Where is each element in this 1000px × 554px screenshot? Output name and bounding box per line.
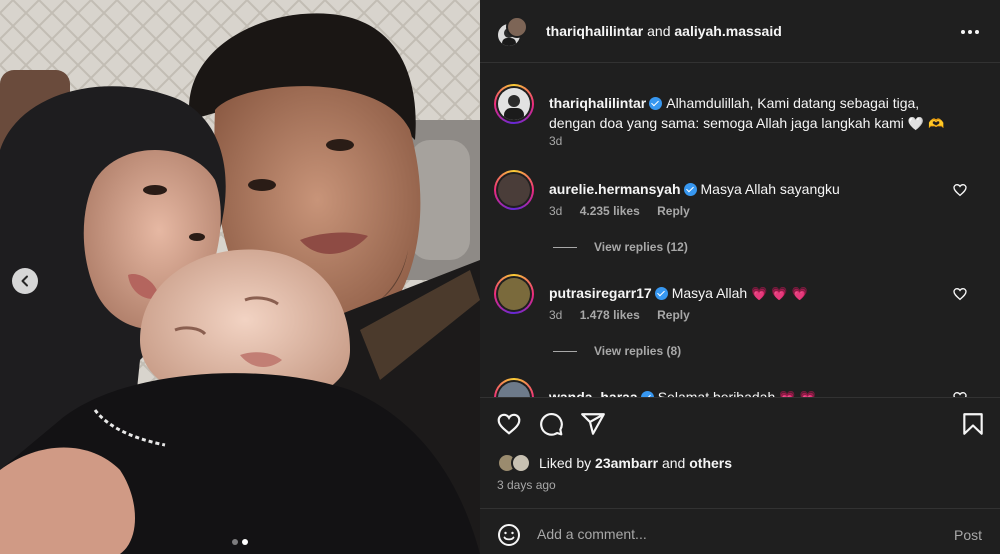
post-actions: Liked by 23ambarr and others 3 days ago [480,397,1000,508]
avatar [506,16,528,38]
view-replies-button[interactable]: View replies (12) [553,240,688,254]
post-comment-button[interactable]: Post [954,527,982,543]
caption-emoji: 🤍 🫶 [907,117,945,132]
avatar[interactable] [494,84,534,124]
comment-meta: 3d 1.478 likes Reply [549,308,704,322]
avatar [511,453,531,473]
reply-button[interactable]: Reply [657,204,690,218]
comment-likes[interactable]: 4.235 likes [580,204,640,218]
authors-joiner: and [647,23,671,39]
comment-body: Selamat beribadah [657,389,776,397]
caption-time: 3d [549,134,563,148]
comment-text: putrasiregarr17 Masya Allah 💗 💗 💗 [549,283,949,305]
heart-icon[interactable] [952,390,968,397]
comment-likes[interactable]: 1.478 likes [580,308,640,322]
emoji-icon[interactable] [497,523,521,547]
bookmark-icon[interactable] [960,411,986,437]
author-link[interactable]: thariqhalilintar [546,23,643,39]
carousel-dot [232,539,238,545]
caption-meta: 3d [549,134,576,148]
likes-summary: Liked by 23ambarr and others [497,453,732,473]
reply-button[interactable]: Reply [657,308,690,322]
carousel-prev-button[interactable] [12,268,38,294]
comment-username[interactable]: thariqhalilintar [549,95,646,111]
comment-time: 3d [549,308,563,322]
likes-joiner: and [661,455,686,471]
share-icon[interactable] [580,411,606,437]
post-header: thariqhalilintar and aaliyah.massaid [480,0,1000,63]
verified-badge-icon [654,287,668,300]
view-replies-label: View replies (12) [594,240,688,254]
comment-text: aurelie.hermansyah Masya Allah sayangku [549,179,949,199]
collab-avatars[interactable] [496,16,528,48]
liker-username[interactable]: 23ambarr [595,455,658,471]
likes-others-link[interactable]: others [689,455,732,471]
comment-body: Masya Allah sayangku [700,181,840,197]
heart-icon[interactable] [496,411,522,437]
carousel-dot-active [242,539,248,545]
comment-username[interactable]: aurelie.hermansyah [549,181,681,197]
comments-list[interactable]: thariqhalilintar Alhamdulillah, Kami data… [480,64,1000,397]
avatar[interactable] [494,378,534,397]
comment-emoji: 💗 💗 💗 [751,287,808,302]
view-replies-label: View replies (8) [594,344,682,358]
liker-avatars [497,453,535,473]
comment-body: Masya Allah [671,285,748,301]
author-link[interactable]: aaliyah.massaid [674,23,781,39]
comment-username[interactable]: putrasiregarr17 [549,285,652,301]
comment-input[interactable] [537,521,917,547]
heart-icon[interactable] [952,182,968,198]
comment-username[interactable]: wanda_haraa [549,389,638,397]
comment-meta: 3d 4.235 likes Reply [549,204,704,218]
divider [553,350,577,352]
likes-prefix: Liked by [539,455,592,471]
caption-text: thariqhalilintar Alhamdulillah, Kami data… [549,93,949,135]
view-replies-button[interactable]: View replies (8) [553,344,681,358]
post-authors: thariqhalilintar and aaliyah.massaid [546,23,782,39]
verified-badge-icon [649,97,663,110]
post-photo [0,0,480,554]
heart-icon[interactable] [952,286,968,302]
comment-icon[interactable] [538,411,564,437]
post-time: 3 days ago [497,478,556,492]
add-comment-bar: Post [480,508,1000,554]
chevron-left-icon [21,275,28,287]
carousel-indicator [232,539,248,545]
avatar[interactable] [494,274,534,314]
divider [553,246,577,248]
comment-time: 3d [549,204,563,218]
post-media[interactable] [0,0,480,554]
more-horizontal-icon[interactable] [958,22,982,42]
post-panel: thariqhalilintar and aaliyah.massaid tha… [480,0,1000,554]
verified-badge-icon [683,183,697,196]
comment-text: wanda_haraaSelamat beribadah 💗 💗 [549,387,949,397]
avatar[interactable] [494,170,534,210]
